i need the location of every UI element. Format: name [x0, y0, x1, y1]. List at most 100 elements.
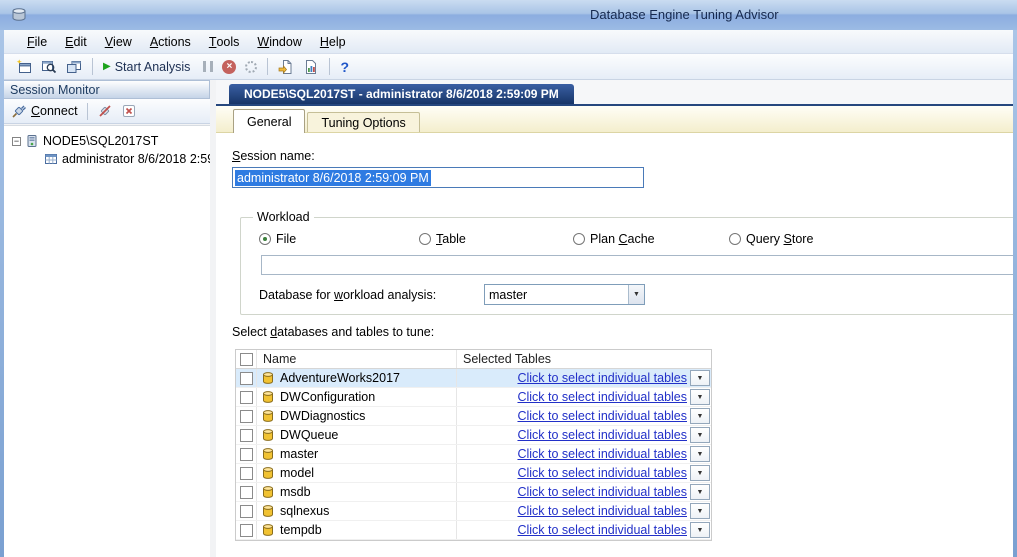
table-row[interactable]: sqlnexus Click to select individual tabl… — [236, 502, 711, 521]
menu-help[interactable]: Help — [311, 30, 355, 53]
select-tables-link[interactable]: Click to select individual tables — [517, 371, 687, 385]
open-session-button[interactable] — [37, 56, 61, 78]
chevron-down-icon: ▼ — [697, 432, 704, 439]
connect-label: Connect — [31, 104, 78, 118]
clone-session-button[interactable] — [62, 56, 86, 78]
chevron-down-icon: ▼ — [697, 489, 704, 496]
toolbar-separator — [329, 58, 330, 75]
select-tables-link[interactable]: Click to select individual tables — [517, 428, 687, 442]
row-checkbox[interactable] — [240, 410, 253, 423]
workload-database-label: Database for workload analysis: — [259, 288, 436, 302]
tables-dropdown-button[interactable]: ▼ — [690, 522, 710, 538]
workload-query-store-radio[interactable]: Query Store — [729, 232, 813, 246]
menu-tools[interactable]: Tools — [200, 30, 249, 53]
menu-file[interactable]: File — [18, 30, 56, 53]
radio-icon — [573, 233, 585, 245]
tables-dropdown-button[interactable]: ▼ — [690, 408, 710, 424]
menu-view[interactable]: View — [96, 30, 141, 53]
session-monitor-panel: Session Monitor Connect — [4, 80, 210, 557]
apply-recommendations-button[interactable] — [241, 56, 261, 78]
table-row[interactable]: master Click to select individual tables… — [236, 445, 711, 464]
tables-dropdown-button[interactable]: ▼ — [690, 503, 710, 519]
database-name: model — [280, 466, 314, 480]
tree-server-node[interactable]: − NODE5\SQL2017ST — [4, 132, 210, 150]
row-checkbox[interactable] — [240, 505, 253, 518]
disconnect-button[interactable] — [93, 100, 117, 122]
document-tab-strip: NODE5\SQL2017ST - administrator 8/6/2018… — [216, 80, 1013, 106]
select-tables-link[interactable]: Click to select individual tables — [517, 409, 687, 423]
session-table-icon — [44, 152, 58, 166]
start-analysis-button[interactable]: ▶ Start Analysis — [99, 56, 198, 78]
export-report-button[interactable] — [299, 56, 323, 78]
tree-session-node[interactable]: administrator 8/6/2018 2:59: — [4, 150, 210, 168]
session-monitor-toolbar: Connect — [4, 99, 210, 124]
menu-window[interactable]: Window — [248, 30, 310, 53]
server-icon — [25, 134, 39, 148]
chevron-down-icon: ▼ — [697, 394, 704, 401]
workload-file-input[interactable] — [261, 255, 1013, 275]
tables-dropdown-button[interactable]: ▼ — [690, 389, 710, 405]
menu-edit[interactable]: Edit — [56, 30, 96, 53]
select-tables-link[interactable]: Click to select individual tables — [517, 485, 687, 499]
app-icon — [10, 6, 28, 24]
database-name: msdb — [280, 485, 311, 499]
table-row[interactable]: model Click to select individual tables▼ — [236, 464, 711, 483]
general-tab-content: Session name: administrator 8/6/2018 2:5… — [216, 133, 1013, 557]
select-all-checkbox[interactable] — [240, 353, 253, 366]
main-area: NODE5\SQL2017ST - administrator 8/6/2018… — [216, 80, 1013, 557]
table-row[interactable]: DWConfiguration Click to select individu… — [236, 388, 711, 407]
table-row[interactable]: DWDiagnostics Click to select individual… — [236, 407, 711, 426]
session-document-tab[interactable]: NODE5\SQL2017ST - administrator 8/6/2018… — [229, 84, 574, 104]
help-button[interactable]: ? — [336, 56, 353, 78]
new-session-icon — [16, 59, 32, 75]
name-column-header: Name — [257, 350, 457, 368]
import-workload-button[interactable] — [274, 56, 298, 78]
session-name-input[interactable]: administrator 8/6/2018 2:59:09 PM — [232, 167, 644, 188]
chevron-down-icon: ▼ — [697, 375, 704, 382]
pause-icon — [203, 61, 213, 72]
row-checkbox[interactable] — [240, 372, 253, 385]
workload-plan-cache-radio[interactable]: Plan Cache — [573, 232, 655, 246]
menu-bar: File Edit View Actions Tools Window Help — [4, 30, 1013, 54]
select-tables-link[interactable]: Click to select individual tables — [517, 466, 687, 480]
workload-table-radio[interactable]: Table — [419, 232, 466, 246]
database-name: DWQueue — [280, 428, 338, 442]
menu-actions[interactable]: Actions — [141, 30, 200, 53]
row-checkbox[interactable] — [240, 467, 253, 480]
delete-session-button[interactable] — [117, 100, 141, 122]
table-row[interactable]: DWQueue Click to select individual table… — [236, 426, 711, 445]
tables-dropdown-button[interactable]: ▼ — [690, 465, 710, 481]
new-session-button[interactable] — [12, 56, 36, 78]
table-row[interactable]: AdventureWorks2017 Click to select indiv… — [236, 369, 711, 388]
database-combo[interactable]: master ▼ — [484, 284, 645, 305]
collapse-icon[interactable]: − — [12, 137, 21, 146]
chevron-down-icon[interactable]: ▼ — [628, 285, 644, 304]
tab-tuning-options[interactable]: Tuning Options — [307, 112, 419, 132]
toolbar-separator — [92, 58, 93, 75]
row-checkbox[interactable] — [240, 391, 253, 404]
row-checkbox[interactable] — [240, 524, 253, 537]
session-monitor-header: Session Monitor — [4, 80, 210, 99]
database-name: DWConfiguration — [280, 390, 375, 404]
connect-button[interactable]: Connect — [7, 100, 82, 122]
workload-file-radio[interactable]: File — [259, 232, 296, 246]
stop-analysis-button[interactable]: × — [218, 56, 240, 78]
tab-general[interactable]: General — [233, 109, 305, 133]
tables-dropdown-button[interactable]: ▼ — [690, 446, 710, 462]
table-row[interactable]: msdb Click to select individual tables ▼ — [236, 483, 711, 502]
select-tables-link[interactable]: Click to select individual tables — [517, 447, 687, 461]
tables-dropdown-button[interactable]: ▼ — [690, 370, 710, 386]
session-node-label: administrator 8/6/2018 2:59: — [62, 152, 210, 166]
row-checkbox[interactable] — [240, 448, 253, 461]
select-tables-link[interactable]: Click to select individual tables — [517, 504, 687, 518]
database-name: tempdb — [280, 523, 322, 537]
tables-dropdown-button[interactable]: ▼ — [690, 427, 710, 443]
table-row[interactable]: tempdb Click to select individual tables… — [236, 521, 711, 540]
tables-dropdown-button[interactable]: ▼ — [690, 484, 710, 500]
select-tables-link[interactable]: Click to select individual tables — [517, 390, 687, 404]
radio-icon — [419, 233, 431, 245]
row-checkbox[interactable] — [240, 429, 253, 442]
select-tables-link[interactable]: Click to select individual tables — [517, 523, 687, 537]
pause-analysis-button[interactable] — [199, 56, 217, 78]
row-checkbox[interactable] — [240, 486, 253, 499]
